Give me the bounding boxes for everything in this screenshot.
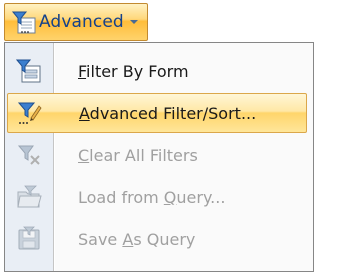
menu-item-label: Save As Query [78, 230, 196, 249]
dropdown-arrow-icon [130, 20, 138, 24]
menu-item-label: Filter By Form [78, 62, 189, 81]
menu-item-label: Advanced Filter/Sort... [79, 104, 257, 123]
clear-filters-icon [17, 145, 40, 165]
menu-item-label: Clear All Filters [78, 146, 198, 165]
save-as-query-icon [18, 226, 40, 250]
filter-by-form-icon [16, 59, 41, 83]
menu-item-save-as-query[interactable]: Save As Query [6, 219, 312, 259]
menu-item-clear-all-filters[interactable]: Clear All Filters [6, 135, 312, 175]
load-from-query-icon [17, 185, 42, 208]
menu-item-advanced-filter-sort[interactable]: Advanced Filter/Sort... [7, 93, 307, 133]
menu-item-filter-by-form[interactable]: Filter By Form [6, 51, 312, 91]
filter-advanced-icon [11, 11, 36, 34]
menu-item-load-from-query[interactable]: Load from Query... [6, 177, 312, 217]
advanced-filter-sort-icon [17, 102, 42, 124]
advanced-menu: Filter By Form Advanced Filter/Sort... C… [4, 42, 314, 272]
advanced-dropdown-button[interactable]: Advanced [4, 3, 148, 41]
advanced-button-label: Advanced [39, 12, 124, 32]
menu-item-label: Load from Query... [78, 188, 226, 207]
